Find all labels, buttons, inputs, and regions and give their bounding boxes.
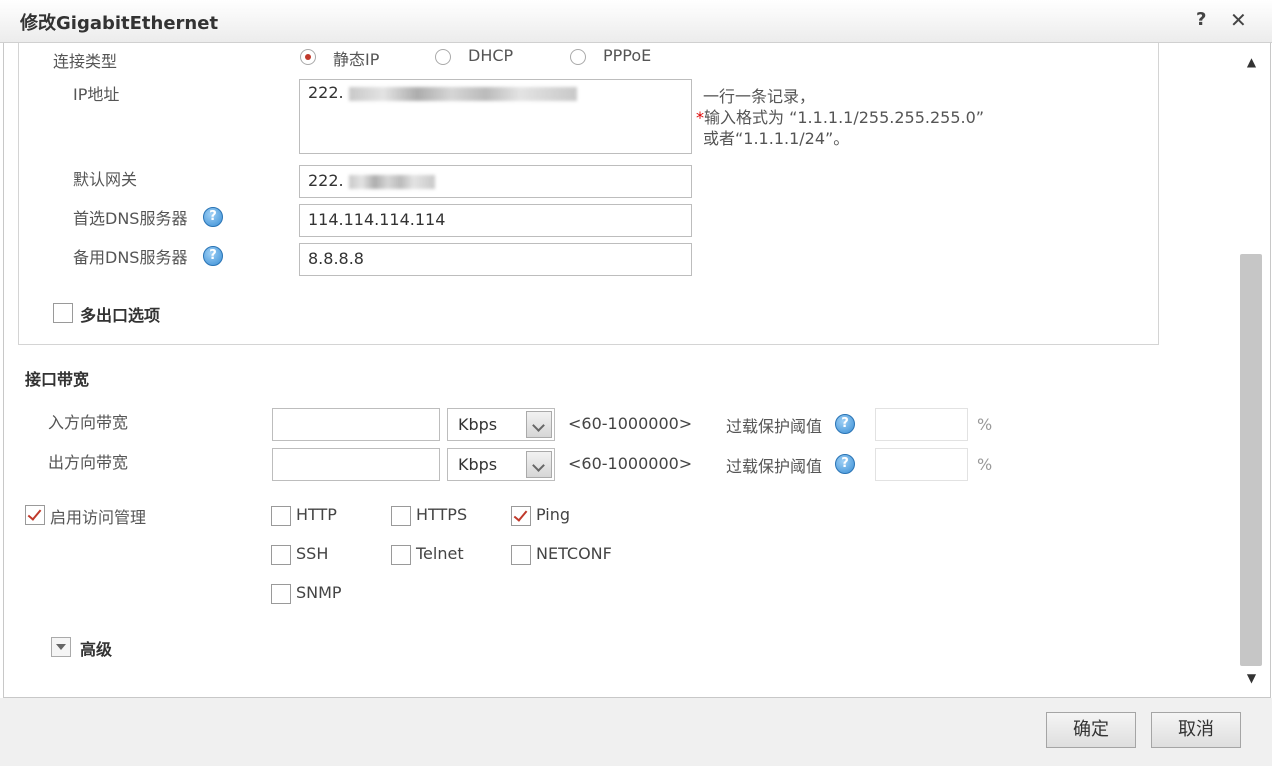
gateway-input[interactable]: 222. (299, 165, 692, 198)
connection-type-label: 连接类型 (53, 52, 118, 71)
radio-static-ip-label: 静态IP (333, 50, 380, 69)
inbound-bandwidth-input[interactable] (272, 408, 440, 441)
dns-primary-help-icon[interactable]: ? (203, 207, 223, 227)
dialog-title-bar: 修改GigabitEthernet ? ✕ (0, 0, 1272, 43)
advanced-label[interactable]: 高级 (80, 636, 112, 660)
outbound-bandwidth-label: 出方向带宽 (48, 453, 129, 472)
cancel-button[interactable]: 取消 (1151, 712, 1241, 748)
access-management-checkbox[interactable] (25, 505, 45, 525)
inbound-percent-unit: % (977, 415, 993, 434)
ssh-checkbox[interactable] (271, 545, 291, 565)
chevron-down-icon[interactable] (526, 451, 552, 478)
dialog-footer: 确定 取消 (0, 698, 1272, 766)
snmp-checkbox[interactable] (271, 584, 291, 604)
outbound-unit-select[interactable]: Kbps (447, 448, 555, 481)
ip-address-value: 222. (308, 83, 344, 102)
access-management-label: 启用访问管理 (50, 508, 147, 527)
scroll-up-arrow-icon[interactable]: ▲ (1238, 52, 1265, 72)
radio-static-ip[interactable] (300, 49, 316, 65)
multi-exit-checkbox[interactable] (53, 303, 73, 323)
outbound-range-hint: <60-1000000> (568, 454, 693, 473)
required-marker: * (696, 108, 704, 127)
gateway-label: 默认网关 (73, 170, 138, 189)
inbound-bandwidth-label: 入方向带宽 (48, 413, 129, 432)
inbound-unit-select[interactable]: Kbps (447, 408, 555, 441)
expand-triangle-icon[interactable] (51, 637, 71, 657)
http-checkbox[interactable] (271, 506, 291, 526)
ok-button[interactable]: 确定 (1046, 712, 1136, 748)
inbound-threshold-label: 过载保护阈值 (726, 417, 823, 436)
ssh-label: SSH (296, 544, 329, 563)
ip-address-label: IP地址 (73, 85, 120, 104)
radio-dhcp-label: DHCP (468, 46, 514, 65)
help-icon[interactable]: ? (1196, 9, 1206, 30)
inbound-threshold-input[interactable] (875, 408, 968, 441)
bandwidth-section-title: 接口带宽 (25, 370, 90, 389)
gateway-value: 222. (308, 171, 344, 190)
redacted-ip (348, 86, 577, 101)
multi-exit-label: 多出口选项 (80, 306, 161, 325)
radio-pppoe-label: PPPoE (603, 46, 652, 65)
redacted-gateway (348, 174, 435, 189)
radio-pppoe[interactable] (570, 49, 586, 65)
outbound-threshold-input[interactable] (875, 448, 968, 481)
outbound-percent-unit: % (977, 455, 993, 474)
ip-hint-line1: 一行一条记录， (703, 87, 816, 106)
ip-address-textarea[interactable]: 222. (299, 79, 692, 154)
radio-dhcp[interactable] (435, 49, 451, 65)
https-label: HTTPS (416, 505, 468, 524)
telnet-label: Telnet (416, 544, 464, 563)
scrollbar-thumb[interactable] (1240, 254, 1262, 666)
dns-primary-label: 首选DNS服务器 (73, 209, 188, 228)
snmp-label: SNMP (296, 583, 342, 602)
inbound-range-hint: <60-1000000> (568, 414, 693, 433)
dialog-title: 修改GigabitEthernet (20, 13, 219, 34)
dns-backup-input[interactable]: 8.8.8.8 (299, 243, 692, 276)
ip-hint-line3: 或者“1.1.1.1/24”。 (703, 129, 850, 148)
dns-backup-help-icon[interactable]: ? (203, 246, 223, 266)
dns-primary-input[interactable]: 114.114.114.114 (299, 204, 692, 237)
https-checkbox[interactable] (391, 506, 411, 526)
chevron-down-icon[interactable] (526, 411, 552, 438)
outbound-bandwidth-input[interactable] (272, 448, 440, 481)
ip-hint-line2: *输入格式为 “1.1.1.1/255.255.255.0” (696, 108, 985, 127)
outbound-unit-value: Kbps (458, 455, 498, 474)
netconf-checkbox[interactable] (511, 545, 531, 565)
dns-backup-label: 备用DNS服务器 (73, 248, 188, 267)
outbound-threshold-help-icon[interactable]: ? (835, 454, 855, 474)
inbound-unit-value: Kbps (458, 415, 498, 434)
ping-label: Ping (536, 505, 571, 524)
inbound-threshold-help-icon[interactable]: ? (835, 414, 855, 434)
outbound-threshold-label: 过载保护阈值 (726, 457, 823, 476)
close-icon[interactable]: ✕ (1230, 8, 1247, 32)
netconf-label: NETCONF (536, 544, 612, 563)
ping-checkbox[interactable] (511, 506, 531, 526)
scroll-down-arrow-icon[interactable]: ▼ (1238, 668, 1265, 688)
http-label: HTTP (296, 505, 337, 524)
telnet-checkbox[interactable] (391, 545, 411, 565)
